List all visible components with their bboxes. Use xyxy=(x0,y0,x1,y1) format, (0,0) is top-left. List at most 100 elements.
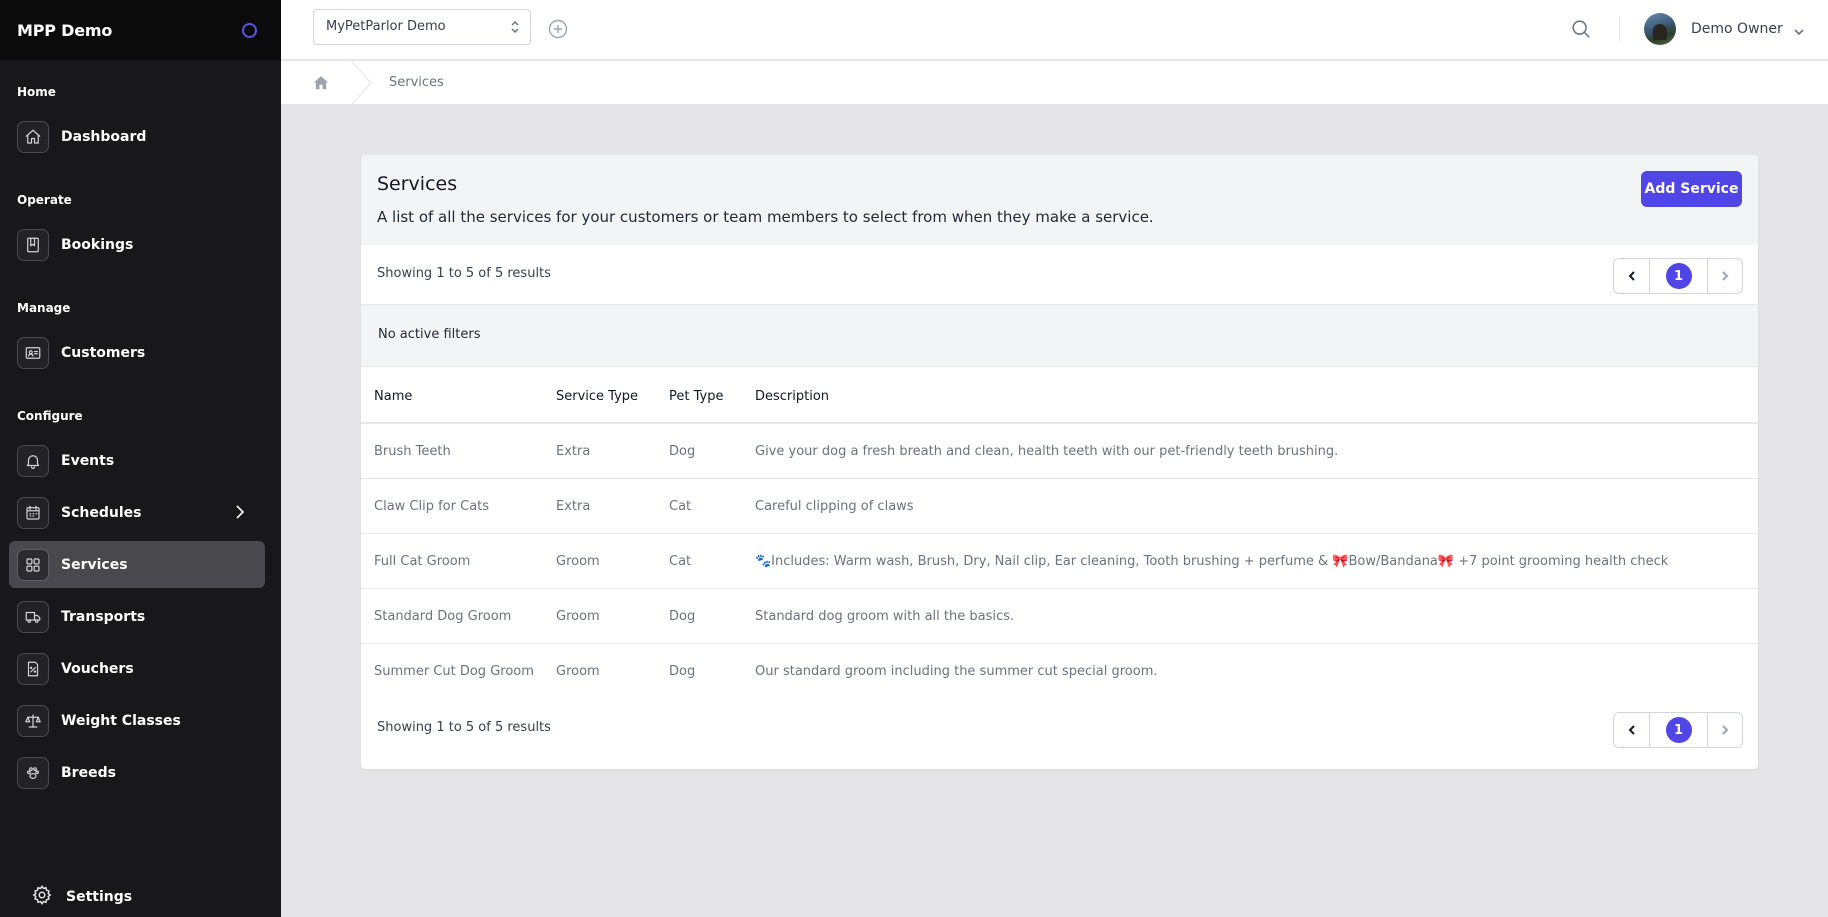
cell-name: Full Cat Groom xyxy=(361,533,556,589)
sidebar: MPP Demo Home Dashboard Operate Bookings… xyxy=(0,0,281,917)
page-title: Services xyxy=(377,173,458,195)
avatar xyxy=(1644,13,1676,45)
cell-pet-type: Dog xyxy=(669,588,755,644)
pagination: 1 xyxy=(1613,258,1743,294)
truck-icon xyxy=(17,600,49,633)
bell-icon xyxy=(17,444,49,477)
sidebar-item-dashboard[interactable]: Dashboard xyxy=(9,113,265,160)
sidebar-item-label: Customers xyxy=(61,344,146,361)
services-table: Name Service Type Pet Type Description B… xyxy=(361,367,1758,698)
sidebar-item-label: Weight Classes xyxy=(61,712,181,729)
grid-icon xyxy=(17,548,49,581)
cell-pet-type: Cat xyxy=(669,478,755,534)
next-page-button[interactable] xyxy=(1708,259,1742,293)
cell-pet-type: Dog xyxy=(669,423,755,479)
page-number-button[interactable]: 1 xyxy=(1650,713,1708,747)
sidebar-item-weight-classes[interactable]: Weight Classes xyxy=(9,697,265,744)
cell-service-type: Groom xyxy=(556,663,600,679)
sidebar-item-transports[interactable]: Transports xyxy=(9,593,265,640)
table-row[interactable]: Summer Cut Dog Groom Groom Dog Our stand… xyxy=(361,643,1758,698)
select-updown-icon xyxy=(510,19,520,35)
cell-description: Give your dog a fresh breath and clean, … xyxy=(755,423,1758,479)
breadcrumb: Services xyxy=(281,60,1828,106)
breadcrumb-home-link[interactable] xyxy=(312,74,330,92)
next-page-button[interactable] xyxy=(1708,713,1742,747)
table-header-row: Name Service Type Pet Type Description xyxy=(361,367,1758,424)
page-subtitle: A list of all the services for your cust… xyxy=(377,208,1154,226)
sidebar-item-label: Breeds xyxy=(61,764,116,781)
home-icon xyxy=(17,120,49,153)
cell-service-type: Groom xyxy=(556,533,669,589)
pagination: 1 xyxy=(1613,712,1743,748)
cell-pet-type: Cat xyxy=(669,533,755,589)
cell-description: 🐾Includes: Warm wash, Brush, Dry, Nail c… xyxy=(755,533,1758,589)
page-number-button[interactable]: 1 xyxy=(1650,259,1708,293)
organization-select-value: MyPetParlor Demo xyxy=(326,19,446,34)
section-label-operate: Operate xyxy=(17,193,72,207)
results-bar-bottom: Showing 1 to 5 of 5 results 1 xyxy=(361,698,1758,758)
cell-name: Standard Dog Groom xyxy=(361,588,556,644)
calendar-icon xyxy=(17,496,49,529)
table-row[interactable]: Brush Teeth Extra Dog Give your dog a fr… xyxy=(361,423,1758,479)
services-card: Services A list of all the services for … xyxy=(361,155,1758,769)
sidebar-item-label: Bookings xyxy=(61,236,134,253)
current-page: 1 xyxy=(1665,717,1692,743)
chevron-down-icon xyxy=(1793,23,1805,36)
search-icon xyxy=(1572,20,1590,38)
gear-icon xyxy=(31,884,53,910)
previous-page-button[interactable] xyxy=(1614,713,1650,747)
sidebar-item-label: Events xyxy=(61,452,115,469)
column-header-description[interactable]: Description xyxy=(755,367,1758,424)
results-summary: Showing 1 to 5 of 5 results xyxy=(377,266,551,281)
table-row[interactable]: Standard Dog Groom Groom Dog Standard do… xyxy=(361,588,1758,644)
cell-service-type: Groom xyxy=(556,588,669,644)
filters-status: No active filters xyxy=(378,327,481,342)
add-service-button[interactable]: Add Service xyxy=(1641,171,1742,207)
table-row[interactable]: Claw Clip for Cats Extra Cat Careful cli… xyxy=(361,478,1758,534)
organization-select[interactable]: MyPetParlor Demo xyxy=(313,9,531,45)
section-label-home: Home xyxy=(17,85,56,99)
cell-name: Brush Teeth xyxy=(361,423,556,479)
chevron-left-icon xyxy=(1628,725,1635,735)
results-summary: Showing 1 to 5 of 5 results xyxy=(377,720,551,735)
loading-ring-icon xyxy=(242,22,257,38)
top-bar: MyPetParlor Demo Demo Owner xyxy=(281,0,1828,60)
topbar-divider xyxy=(1619,17,1620,41)
breadcrumb-current[interactable]: Services xyxy=(389,75,444,90)
sidebar-item-events[interactable]: Events xyxy=(9,437,265,484)
sidebar-item-label: Vouchers xyxy=(61,660,134,677)
user-name: Demo Owner xyxy=(1691,21,1783,37)
column-header-name[interactable]: Name xyxy=(361,367,556,424)
voucher-icon xyxy=(17,652,49,685)
previous-page-button[interactable] xyxy=(1614,259,1650,293)
home-icon xyxy=(313,76,329,90)
sidebar-item-vouchers[interactable]: Vouchers xyxy=(9,645,265,692)
sidebar-item-label: Schedules xyxy=(61,504,142,521)
results-bar-top: Showing 1 to 5 of 5 results 1 xyxy=(361,245,1758,305)
cell-name: Claw Clip for Cats xyxy=(361,478,556,534)
search-button[interactable] xyxy=(1570,18,1592,40)
add-organization-button[interactable] xyxy=(548,19,568,39)
app-title: MPP Demo xyxy=(17,20,113,40)
settings-label: Settings xyxy=(66,889,133,905)
cell-service-type: Extra xyxy=(556,478,669,534)
id-card-icon xyxy=(17,336,49,369)
sidebar-item-label: Transports xyxy=(61,608,146,625)
column-header-pet-type[interactable]: Pet Type xyxy=(669,367,755,424)
cell-description: Standard dog groom with all the basics. xyxy=(755,588,1758,644)
sidebar-item-schedules[interactable]: Schedules xyxy=(9,489,265,536)
filters-bar: No active filters xyxy=(361,305,1758,367)
section-label-configure: Configure xyxy=(17,409,83,423)
sidebar-item-bookings[interactable]: Bookings xyxy=(9,221,265,268)
sidebar-item-breeds[interactable]: Breeds xyxy=(9,749,265,796)
table-row[interactable]: Full Cat Groom Groom Cat 🐾Includes: Warm… xyxy=(361,533,1758,589)
user-menu[interactable]: Demo Owner xyxy=(1644,13,1805,45)
scale-icon xyxy=(17,704,49,737)
sidebar-item-settings[interactable]: Settings xyxy=(18,884,132,910)
card-header: Services A list of all the services for … xyxy=(361,155,1758,245)
sidebar-item-services[interactable]: Services xyxy=(9,541,265,588)
column-header-service-type[interactable]: Service Type xyxy=(556,367,669,424)
cell-description: Our standard groom including the summer … xyxy=(755,663,1158,679)
sidebar-item-customers[interactable]: Customers xyxy=(9,329,265,376)
paw-icon xyxy=(17,756,49,789)
